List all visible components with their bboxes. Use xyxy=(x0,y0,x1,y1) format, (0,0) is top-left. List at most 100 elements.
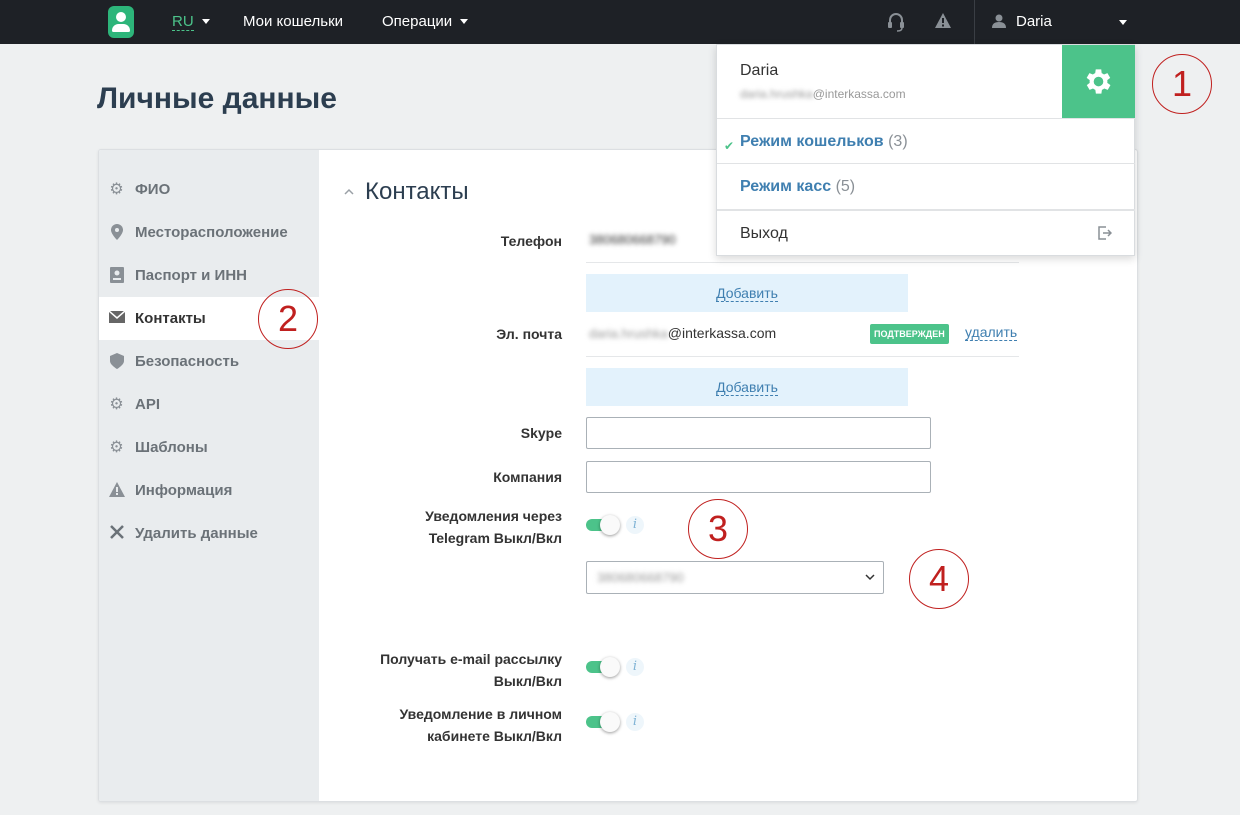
gear-icon: ⚙ xyxy=(109,181,124,198)
passport-icon xyxy=(108,267,125,284)
divider xyxy=(586,356,1019,357)
status-badge: ПОДТВЕРЖДЕН xyxy=(870,324,949,344)
mode-cash-count: (5) xyxy=(835,178,856,195)
annotation-marker-4: 4 xyxy=(909,549,969,609)
email-domain: @interkassa.com xyxy=(667,325,777,341)
annotation-marker-1: 1 xyxy=(1152,54,1212,114)
mode-cash-item[interactable]: Режим касс (5) xyxy=(740,178,855,196)
chevron-down-icon xyxy=(1119,20,1127,25)
top-navbar: RU Мои кошельки Операции Daria xyxy=(0,0,1240,44)
cabinet-notification-toggle[interactable] xyxy=(586,712,620,732)
add-email-button[interactable]: Добавить xyxy=(586,368,908,406)
delete-email-link[interactable]: удалить xyxy=(965,324,1018,341)
company-input[interactable] xyxy=(586,461,931,493)
sidebar-item-label: Шаблоны xyxy=(135,439,208,456)
section-title: Контакты xyxy=(365,178,469,205)
user-menu-button[interactable]: Daria xyxy=(975,0,1135,44)
add-phone-button[interactable]: Добавить xyxy=(586,274,908,312)
page-title: Личные данные xyxy=(97,82,337,115)
email-label: Эл. почта xyxy=(496,326,562,342)
divider xyxy=(717,209,1135,211)
mode-wallets-label: Режим кошельков xyxy=(740,133,884,150)
sidebar-item-label: ФИО xyxy=(135,181,171,198)
telegram-label-line-1: Уведомления через xyxy=(425,508,562,524)
sidebar-item-api[interactable]: ⚙ API xyxy=(99,383,319,426)
sidebar-item-label: Паспорт и ИНН xyxy=(135,267,248,284)
chevron-down-icon xyxy=(201,19,210,24)
gear-icon xyxy=(1086,69,1111,94)
skype-label: Skype xyxy=(520,425,562,441)
nav-operations-label: Операции xyxy=(382,13,453,30)
sidebar-item-delete-data[interactable]: Удалить данные xyxy=(99,512,319,555)
cabinet-notification-label-line-2: кабинете Выкл/Вкл xyxy=(427,728,562,744)
telegram-label: Уведомления через Telegram Выкл/Вкл xyxy=(425,505,562,549)
add-phone-label: Добавить xyxy=(716,285,778,302)
sidebar-item-location[interactable]: Месторасположение xyxy=(99,211,319,254)
info-icon[interactable]: i xyxy=(626,658,644,676)
user-name: Daria xyxy=(1016,13,1052,30)
mode-cash-label: Режим касс xyxy=(740,178,832,195)
gear-icon: ⚙ xyxy=(109,439,124,456)
location-pin-icon xyxy=(108,224,125,241)
sidebar-item-label: API xyxy=(135,396,161,413)
divider xyxy=(586,262,1019,263)
warning-icon xyxy=(108,482,125,499)
email-user: daria.hrushka xyxy=(589,326,668,341)
mode-wallets-count: (3) xyxy=(888,133,908,150)
dropdown-email-domain: @interkassa.com xyxy=(812,87,906,101)
settings-button[interactable] xyxy=(1062,45,1135,118)
user-dropdown-menu: Daria daria.hrushka@interkassa.com ✔ Реж… xyxy=(716,44,1135,256)
add-email-label: Добавить xyxy=(716,379,778,396)
user-icon xyxy=(992,14,1006,28)
dropdown-user-name: Daria xyxy=(740,62,779,79)
annotation-marker-3: 3 xyxy=(688,499,748,559)
skype-input[interactable] xyxy=(586,417,931,449)
company-label: Компания xyxy=(493,469,562,485)
sidebar-item-info[interactable]: Информация xyxy=(99,469,319,512)
dropdown-user-email: daria.hrushka@interkassa.com xyxy=(740,87,906,101)
logo-icon[interactable] xyxy=(108,6,134,38)
nav-operations[interactable]: Операции xyxy=(382,0,469,44)
mode-wallets-item[interactable]: Режим кошельков (3) xyxy=(740,133,908,151)
telegram-phone-select[interactable]: 380680668790 xyxy=(586,561,884,594)
divider xyxy=(717,118,1135,119)
sidebar-item-label: Месторасположение xyxy=(135,224,288,241)
dropdown-email-user: daria.hrushka xyxy=(740,87,813,101)
annotation-marker-2: 2 xyxy=(258,289,318,349)
telegram-phone-value: 380680668790 xyxy=(597,570,684,585)
divider xyxy=(717,163,1135,164)
chevron-down-icon xyxy=(460,19,469,24)
shield-icon xyxy=(108,353,125,370)
telegram-label-line-2: Telegram Выкл/Вкл xyxy=(428,530,562,546)
phone-label: Телефон xyxy=(500,233,562,249)
chevron-up-icon[interactable] xyxy=(344,187,354,197)
nav-my-wallets[interactable]: Мои кошельки xyxy=(243,0,343,44)
close-icon xyxy=(108,525,125,542)
cabinet-notification-label: Уведомление в личном кабинете Выкл/Вкл xyxy=(399,703,562,747)
sidebar-item-templates[interactable]: ⚙ Шаблоны xyxy=(99,426,319,469)
chevron-down-icon xyxy=(865,574,875,581)
telegram-toggle[interactable] xyxy=(586,515,620,535)
email-newsletter-label-line-1: Получать e-mail рассылку xyxy=(380,651,562,667)
info-icon[interactable]: i xyxy=(626,516,644,534)
email-newsletter-toggle[interactable] xyxy=(586,657,620,677)
check-icon: ✔ xyxy=(724,139,735,153)
email-value: daria.hrushka@interkassa.com xyxy=(589,325,776,341)
gear-icon: ⚙ xyxy=(109,396,124,413)
sidebar-item-fio[interactable]: ⚙ ФИО xyxy=(99,168,319,211)
language-selector[interactable]: RU xyxy=(172,0,210,44)
sidebar-item-label: Удалить данные xyxy=(135,525,258,542)
envelope-icon xyxy=(108,310,125,327)
warning-icon[interactable] xyxy=(934,12,952,30)
settings-sidebar: ⚙ ФИО Месторасположение Паспорт и ИНН Ко… xyxy=(99,150,319,801)
logout-item[interactable]: Выход xyxy=(740,225,788,243)
logout-icon[interactable] xyxy=(1098,226,1112,240)
info-icon[interactable]: i xyxy=(626,713,644,731)
language-label: RU xyxy=(172,13,194,31)
sidebar-item-label: Контакты xyxy=(135,310,206,327)
cabinet-notification-label-line-1: Уведомление в личном xyxy=(399,706,562,722)
phone-value: 380680668790 xyxy=(589,232,676,247)
email-newsletter-label-line-2: Выкл/Вкл xyxy=(493,673,562,689)
headset-icon[interactable] xyxy=(887,12,905,32)
sidebar-item-label: Информация xyxy=(135,482,233,499)
